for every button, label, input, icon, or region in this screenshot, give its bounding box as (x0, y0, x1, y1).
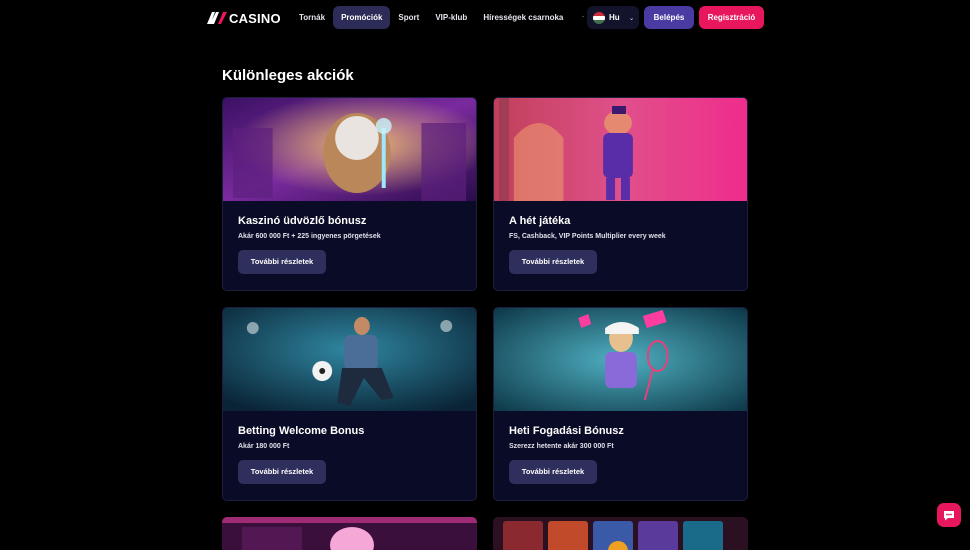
login-button[interactable]: Belépés (644, 6, 694, 29)
chat-button[interactable] (937, 503, 961, 527)
main-nav: Tornák Promóciók Sport VIP-klub Híresség… (291, 6, 604, 29)
top-header: CASINO Tornák Promóciók Sport VIP-klub H… (0, 0, 970, 36)
promo-details-button[interactable]: További részletek (238, 460, 326, 484)
promo-title: Kaszinó üdvözlő bónusz (238, 215, 367, 227)
hungary-flag-icon (593, 11, 605, 24)
nav-item-vip-club[interactable]: VIP-klub (427, 6, 475, 29)
promo-image-partial-right (493, 517, 748, 550)
language-selector[interactable]: Hu ⌄ (587, 6, 639, 29)
promo-image-zeus (223, 98, 476, 201)
promo-title: Betting Welcome Bonus (238, 425, 365, 437)
promo-card-casino-welcome: Kaszinó üdvözlő bónusz Akár 600 000 Ft +… (222, 97, 477, 291)
nav-item-tournaments[interactable]: Tornák (291, 6, 333, 29)
promo-image-tennis-player (494, 308, 747, 411)
language-label: Hu (609, 13, 620, 22)
nav-item-sport[interactable]: Sport (390, 6, 427, 29)
promo-title: Heti Fogadási Bónusz (509, 425, 624, 437)
promo-details-button[interactable]: További részletek (238, 250, 326, 274)
logo-text: CASINO (229, 10, 281, 26)
promo-card-game-of-week: A hét játéka FS, Cashback, VIP Points Mu… (493, 97, 748, 291)
chevron-down-icon: ⌄ (628, 14, 635, 22)
register-button[interactable]: Regisztráció (699, 6, 764, 29)
promo-card-partial-right (493, 517, 748, 550)
promo-card-betting-welcome: Betting Welcome Bonus Akár 180 000 Ft To… (222, 307, 477, 501)
promo-details-button[interactable]: További részletek (509, 460, 597, 484)
logo-mark-icon (207, 12, 227, 24)
promo-subtitle: Szerezz hetente akár 300 000 Ft (509, 443, 614, 450)
promo-subtitle: Akár 180 000 Ft (238, 443, 290, 450)
nav-item-hall-of-fame[interactable]: Hírességek csarnoka (475, 6, 571, 29)
promo-image-partial-left (222, 517, 477, 550)
promo-title: A hét játéka (509, 215, 571, 227)
promo-card-weekly-betting: Heti Fogadási Bónusz Szerezz hetente aká… (493, 307, 748, 501)
page-title: Különleges akciók (222, 67, 354, 84)
chat-icon (944, 510, 954, 520)
promo-details-button[interactable]: További részletek (509, 250, 597, 274)
promo-card-partial-left (222, 517, 477, 550)
promo-image-football-player (223, 308, 476, 411)
site-logo[interactable]: CASINO (207, 9, 281, 27)
promo-image-pig-character (494, 98, 747, 201)
nav-item-promotions[interactable]: Promóciók (333, 6, 391, 29)
promo-subtitle: FS, Cashback, VIP Points Multiplier ever… (509, 233, 666, 240)
promo-subtitle: Akár 600 000 Ft + 225 ingyenes pörgetése… (238, 233, 381, 240)
